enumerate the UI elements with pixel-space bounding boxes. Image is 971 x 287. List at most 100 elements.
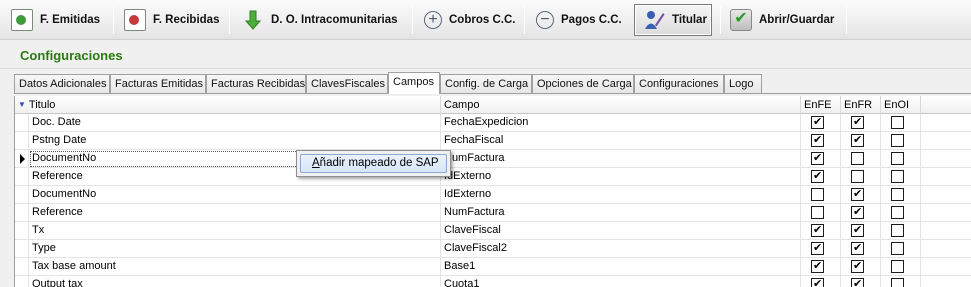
- table-row[interactable]: Tx ClaveFiscal: [15, 222, 971, 240]
- enoi-checkbox[interactable]: [891, 152, 904, 165]
- cell-campo[interactable]: NumFactura: [441, 204, 801, 222]
- table-row[interactable]: Type ClaveFiscal2: [15, 240, 971, 258]
- row-indicator[interactable]: [15, 168, 29, 186]
- cell-campo[interactable]: ClaveFiscal: [441, 222, 801, 240]
- cell-campo[interactable]: Cuota1: [441, 276, 801, 287]
- cell-titulo[interactable]: Pstng Date: [29, 132, 441, 150]
- cell-campo[interactable]: IdExterno: [441, 186, 801, 204]
- row-indicator[interactable]: [15, 114, 29, 132]
- enfr-checkbox[interactable]: [851, 170, 864, 183]
- tab-campos[interactable]: Campos: [388, 72, 440, 94]
- enfe-checkbox[interactable]: [811, 116, 824, 129]
- cell-titulo[interactable]: Output tax: [29, 276, 441, 287]
- enoi-checkbox[interactable]: [891, 116, 904, 129]
- cell-titulo[interactable]: DocumentNo: [29, 186, 441, 204]
- table-row[interactable]: Tax base amount Base1: [15, 258, 971, 276]
- cell-titulo[interactable]: Tx: [29, 222, 441, 240]
- enfr-checkbox[interactable]: [851, 278, 864, 287]
- row-indicator[interactable]: [15, 240, 29, 258]
- table-row[interactable]: DocumentNo IdExterno: [15, 186, 971, 204]
- row-indicator[interactable]: [15, 132, 29, 150]
- row-filler: [921, 132, 971, 150]
- enoi-checkbox[interactable]: [891, 278, 904, 287]
- tab-opciones-de-carga[interactable]: Opciones de Carga: [532, 74, 634, 93]
- tab-configuraciones[interactable]: Configuraciones: [634, 74, 724, 93]
- column-header-titulo[interactable]: ▼ Titulo: [15, 96, 441, 114]
- enoi-checkbox[interactable]: [891, 188, 904, 201]
- enfe-checkbox[interactable]: [811, 278, 824, 287]
- enfr-checkbox[interactable]: [851, 260, 864, 273]
- cell-campo[interactable]: FechaFiscal: [441, 132, 801, 150]
- row-indicator[interactable]: [15, 150, 29, 168]
- tab-datos-adicionales[interactable]: Datos Adicionales: [14, 74, 110, 93]
- row-indicator[interactable]: [15, 222, 29, 240]
- enfr-checkbox[interactable]: [851, 206, 864, 219]
- enfr-checkbox[interactable]: [851, 242, 864, 255]
- f-emitidas-button[interactable]: F. Emitidas: [11, 4, 100, 36]
- cell-campo[interactable]: Base1: [441, 258, 801, 276]
- table-row[interactable]: Doc. Date FechaExpedicion: [15, 114, 971, 132]
- row-filler: [921, 276, 971, 287]
- enfe-checkbox[interactable]: [811, 170, 824, 183]
- table-row[interactable]: Reference NumFactura: [15, 204, 971, 222]
- row-indicator[interactable]: [15, 276, 29, 287]
- enfr-checkbox[interactable]: [851, 116, 864, 129]
- enoi-checkbox[interactable]: [891, 206, 904, 219]
- cell-titulo[interactable]: Type: [29, 240, 441, 258]
- enfr-checkbox[interactable]: [851, 152, 864, 165]
- titular-button[interactable]: Titular: [634, 4, 712, 36]
- enfe-checkbox[interactable]: [811, 224, 824, 237]
- enfe-checkbox[interactable]: [811, 134, 824, 147]
- cell-enoi: [881, 204, 921, 222]
- row-indicator[interactable]: [15, 258, 29, 276]
- tab-facturas-emitidas[interactable]: Facturas Emitidas: [110, 74, 206, 93]
- enoi-checkbox[interactable]: [891, 224, 904, 237]
- cobros-cc-button[interactable]: + Cobros C.C.: [424, 4, 515, 36]
- row-indicator[interactable]: [15, 186, 29, 204]
- enfr-checkbox[interactable]: [851, 188, 864, 201]
- tab-config-de-carga[interactable]: Config. de Carga: [440, 74, 532, 93]
- column-header-enfe[interactable]: EnFE: [801, 96, 841, 114]
- column-header-enfr[interactable]: EnFR: [841, 96, 881, 114]
- cell-campo[interactable]: IdExterno: [441, 168, 801, 186]
- enfe-checkbox[interactable]: [811, 188, 824, 201]
- table-row[interactable]: Pstng Date FechaFiscal: [15, 132, 971, 150]
- enfe-checkbox[interactable]: [811, 260, 824, 273]
- cell-campo[interactable]: ClaveFiscal2: [441, 240, 801, 258]
- row-filler: [921, 150, 971, 168]
- menu-item-anadir-mapeado-sap[interactable]: Añadir mapeado de SAP: [300, 154, 447, 173]
- cell-enfe: [801, 240, 841, 258]
- row-filler: [921, 186, 971, 204]
- table-row[interactable]: Reference IdExterno: [15, 168, 971, 186]
- cell-enfr: [841, 132, 881, 150]
- pagos-cc-button[interactable]: − Pagos C.C.: [536, 4, 622, 36]
- column-header-campo[interactable]: Campo: [441, 96, 801, 114]
- enoi-checkbox[interactable]: [891, 242, 904, 255]
- cell-enfe: [801, 222, 841, 240]
- table-row[interactable]: DocumentNo NumFactura: [15, 150, 971, 168]
- cell-campo[interactable]: FechaExpedicion: [441, 114, 801, 132]
- cell-campo[interactable]: NumFactura: [441, 150, 801, 168]
- enfr-checkbox[interactable]: [851, 224, 864, 237]
- row-indicator[interactable]: [15, 204, 29, 222]
- intracomunitarias-button[interactable]: D. O. Intracomunitarias: [242, 4, 398, 36]
- enfr-checkbox[interactable]: [851, 134, 864, 147]
- abrir-guardar-button[interactable]: ✔ Abrir/Guardar: [730, 4, 834, 36]
- cell-titulo[interactable]: Tax base amount: [29, 258, 441, 276]
- enoi-checkbox[interactable]: [891, 260, 904, 273]
- enfe-checkbox[interactable]: [811, 152, 824, 165]
- enfe-checkbox[interactable]: [811, 242, 824, 255]
- column-header-enoi[interactable]: EnOI: [881, 96, 921, 114]
- enfe-checkbox[interactable]: [811, 206, 824, 219]
- enoi-checkbox[interactable]: [891, 134, 904, 147]
- table-row[interactable]: Output tax Cuota1: [15, 276, 971, 287]
- enoi-checkbox[interactable]: [891, 170, 904, 183]
- cell-enfe: [801, 276, 841, 287]
- cell-enfr: [841, 276, 881, 287]
- f-recibidas-button[interactable]: F. Recibidas: [124, 4, 219, 36]
- tab-logo[interactable]: Logo: [724, 74, 762, 93]
- tab-facturas-recibidas[interactable]: Facturas Recibidas: [206, 74, 306, 93]
- cell-titulo[interactable]: Reference: [29, 204, 441, 222]
- tab-claves-fiscales[interactable]: ClavesFiscales: [306, 74, 388, 93]
- cell-titulo[interactable]: Doc. Date: [29, 114, 441, 132]
